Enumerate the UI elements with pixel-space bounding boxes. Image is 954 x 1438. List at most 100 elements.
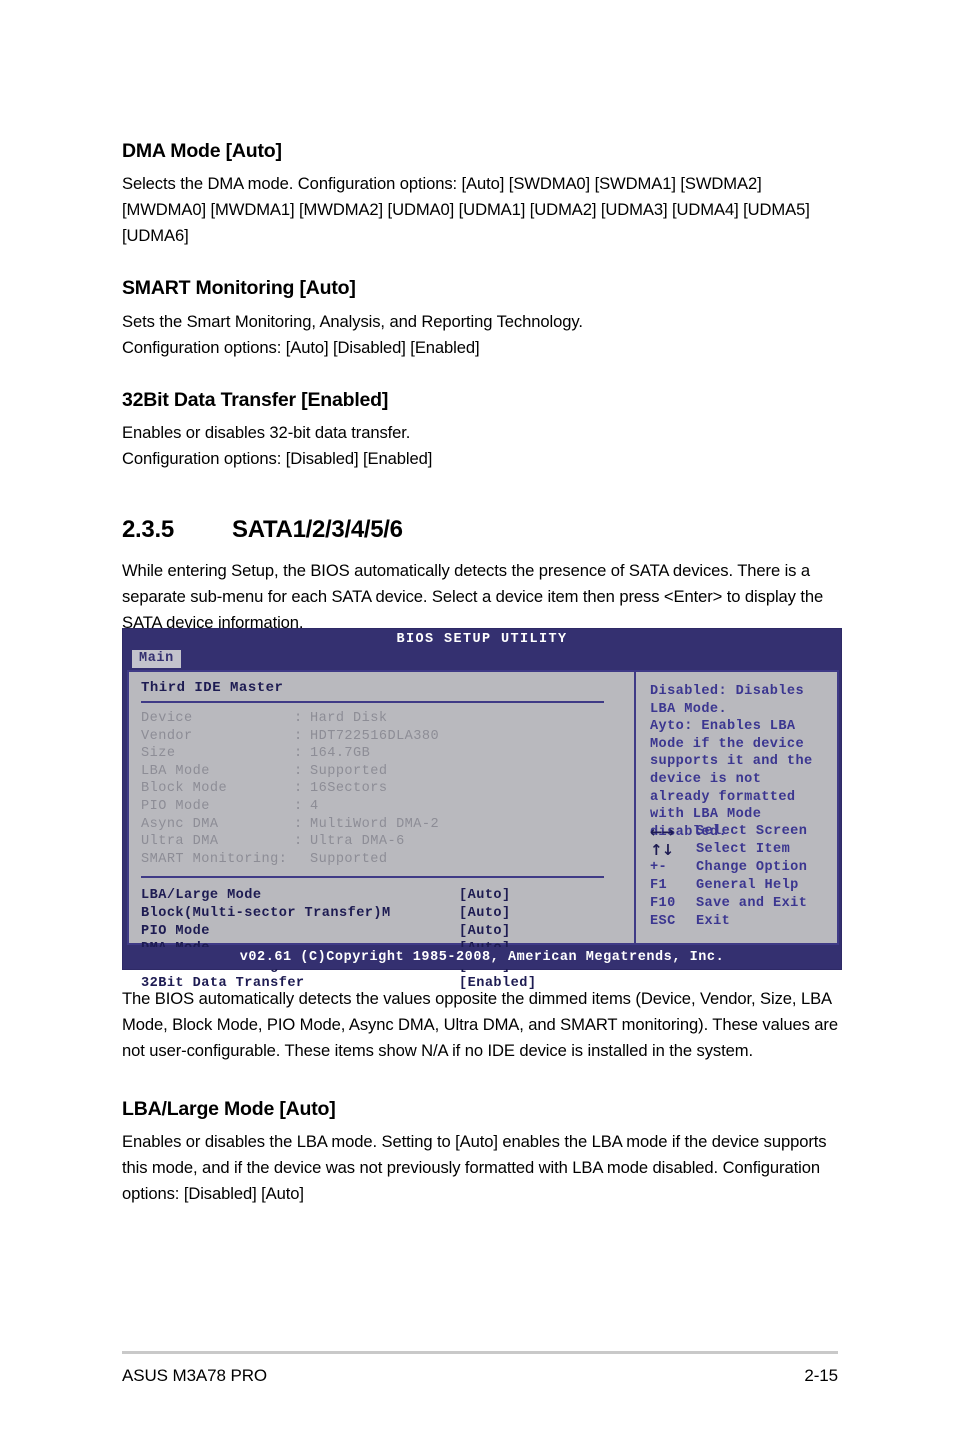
option-value: [Auto] <box>459 923 511 939</box>
bios-left-panel: Third IDE Master Device : Hard Disk Vend… <box>129 672 634 991</box>
info-label: Device <box>141 711 193 726</box>
legend-action: Save and Exit <box>696 896 808 911</box>
bios-copyright-footer: v02.61 (C)Copyright 1985-2008, American … <box>123 947 841 969</box>
option-label: LBA/Large Mode <box>141 888 262 904</box>
info-value: HDT722516DLA380 <box>310 728 440 744</box>
page: DMA Mode [Auto] Selects the DMA mode. Co… <box>0 0 954 1438</box>
legend-action: Select Item <box>696 842 791 857</box>
bios-tab-row: Main <box>123 650 841 668</box>
info-colon: : <box>294 798 303 814</box>
section-title: SATA1/2/3/4/5/6 <box>232 516 403 544</box>
info-colon: : <box>294 763 303 779</box>
plus-minus-key: +- <box>650 860 668 875</box>
f1-key: F1 <box>650 878 668 893</box>
legend-action: Change Option <box>696 860 808 875</box>
section-number: 2.3.5 <box>122 516 174 544</box>
info-label: PIO Mode <box>141 798 210 814</box>
info-row-lba-mode: LBA Mode : Supported <box>141 763 634 781</box>
legend-row-change-option: +- Change Option <box>650 859 840 877</box>
sata-section-intro: While entering Setup, the BIOS automatic… <box>122 561 824 633</box>
info-value: Supported <box>310 851 388 867</box>
document-content-lower: The BIOS automatically detects the value… <box>122 986 838 1207</box>
legend-row-general-help: F1 General Help <box>650 877 840 895</box>
bios-title: BIOS SETUP UTILITY <box>396 632 568 647</box>
info-value: Hard Disk <box>310 711 388 726</box>
info-colon: : <box>294 816 303 832</box>
bios-titlebar: BIOS SETUP UTILITY <box>123 629 841 650</box>
info-colon: : <box>294 746 303 762</box>
option-label: PIO Mode <box>141 923 210 939</box>
option-row-block-multi-sector-transfer[interactable]: Block(Multi-sector Transfer)M [Auto] <box>141 905 634 923</box>
option-value: [Auto] <box>459 888 511 904</box>
info-value: 164.7GB <box>310 746 371 762</box>
smart-monitoring-body-line2: Configuration options: [Auto] [Disabled]… <box>122 337 480 357</box>
legend-row-select-screen: ←→ Select Screen <box>650 823 840 841</box>
key-legend: ←→ Select Screen ↑↓ Select Item +- Chang… <box>650 823 840 931</box>
smart-monitoring-heading: SMART Monitoring [Auto] <box>122 277 356 300</box>
legend-row-save-and-exit: F10 Save and Exit <box>650 895 840 913</box>
footer-page-number: 2-15 <box>804 1366 838 1385</box>
info-label: Size <box>141 746 176 762</box>
after-figure-paragraph: The BIOS automatically detects the value… <box>122 989 838 1060</box>
info-label: Block Mode <box>141 781 228 797</box>
info-label: Ultra DMA <box>141 834 219 850</box>
bios-right-panel: Disabled: Disables LBA Mode. Ayto: Enabl… <box>634 672 837 943</box>
32bit-data-transfer-body-line1: Enables or disables 32-bit data transfer… <box>122 423 411 443</box>
f10-key: F10 <box>650 896 676 911</box>
lba-large-mode-body: Enables or disables the LBA mode. Settin… <box>122 1132 827 1204</box>
bios-body: Third IDE Master Device : Hard Disk Vend… <box>127 670 839 991</box>
bios-setup-figure: BIOS SETUP UTILITY Main Third IDE Master… <box>122 628 842 991</box>
info-value: 16Sectors <box>310 781 388 797</box>
sata-section-heading: 2.3.5 SATA1/2/3/4/5/6 <box>122 516 838 544</box>
info-value: MultiWord DMA-2 <box>310 816 440 832</box>
info-label: Async DMA <box>141 816 219 832</box>
info-row-async-dma: Async DMA : MultiWord DMA-2 <box>141 816 634 834</box>
info-row-device: Device : Hard Disk <box>141 710 634 728</box>
info-colon: : <box>294 728 303 744</box>
32bit-data-transfer-body-line2: Configuration options: [Disabled] [Enabl… <box>122 449 433 469</box>
info-row-size: Size : 164.7GB <box>141 745 634 763</box>
help-text: Disabled: Disables LBA Mode. Ayto: Enabl… <box>650 684 813 840</box>
divider-top <box>141 701 604 703</box>
option-row-lba-large-mode[interactable]: LBA/Large Mode [Auto] <box>141 887 634 905</box>
info-row-block-mode: Block Mode : 16Sectors <box>141 780 634 798</box>
info-colon: : <box>294 711 303 726</box>
legend-action: Exit <box>696 914 731 929</box>
tab-main[interactable]: Main <box>132 650 181 668</box>
info-value: Supported <box>310 763 388 779</box>
document-content: DMA Mode [Auto] Selects the DMA mode. Co… <box>122 140 838 636</box>
info-row-vendor: Vendor : HDT722516DLA380 <box>141 728 634 746</box>
legend-row-exit: ESC Exit <box>650 913 840 931</box>
smart-monitoring-body-line1: Sets the Smart Monitoring, Analysis, and… <box>122 311 583 331</box>
info-value: 4 <box>310 798 319 814</box>
up-down-arrow-icon: ↑↓ <box>650 841 674 859</box>
info-value: Ultra DMA-6 <box>310 834 405 850</box>
info-label: Vendor <box>141 728 193 744</box>
footer-product-name: ASUS M3A78 PRO <box>122 1366 268 1385</box>
option-label: Block(Multi-sector Transfer)M <box>141 905 391 921</box>
info-label: SMART Monitoring: <box>141 851 288 867</box>
info-row-smart-monitoring: SMART Monitoring: Supported <box>141 851 634 869</box>
legend-action: Select Screen <box>696 824 808 839</box>
legend-row-select-item: ↑↓ Select Item <box>650 841 840 859</box>
option-row-pio-mode[interactable]: PIO Mode [Auto] <box>141 923 634 941</box>
info-colon: : <box>294 834 303 850</box>
info-row-pio-mode: PIO Mode : 4 <box>141 798 634 816</box>
legend-action: General Help <box>696 878 799 893</box>
divider-bottom <box>141 876 604 879</box>
footer-divider <box>122 1351 838 1354</box>
dma-mode-body: Selects the DMA mode. Configuration opti… <box>122 174 810 246</box>
panel-heading: Third IDE Master <box>141 680 284 696</box>
info-colon: : <box>294 781 303 797</box>
esc-key: ESC <box>650 914 676 929</box>
32bit-data-transfer-heading: 32Bit Data Transfer [Enabled] <box>122 388 389 411</box>
option-value: [Auto] <box>459 905 511 921</box>
dma-mode-heading: DMA Mode [Auto] <box>122 140 282 162</box>
info-row-ultra-dma: Ultra DMA : Ultra DMA-6 <box>141 833 634 851</box>
left-right-arrow-icon: ←→ <box>650 823 674 841</box>
lba-large-mode-heading: LBA/Large Mode [Auto] <box>122 1098 336 1120</box>
info-label: LBA Mode <box>141 763 210 779</box>
